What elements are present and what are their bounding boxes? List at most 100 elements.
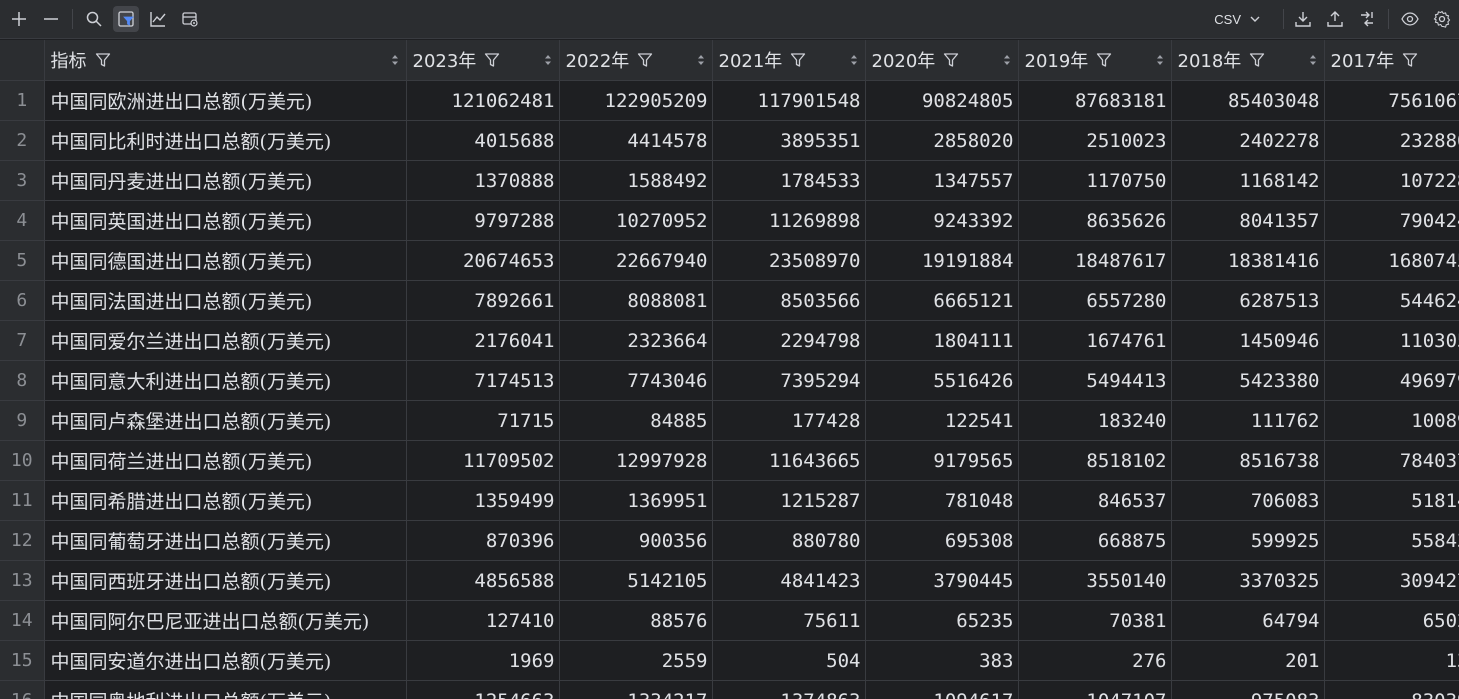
indicator-cell[interactable]: 中国同阿尔巴尼亚进出口总额(万美元) — [44, 600, 407, 641]
row-number[interactable]: 16 — [0, 680, 45, 699]
indicator-cell[interactable]: 中国同丹麦进出口总额(万美元) — [44, 160, 407, 201]
value-cell[interactable]: 2294798 — [712, 320, 866, 361]
table-row[interactable]: 6 中国同法国进出口总额(万美元) 7892661 8088081 8503566 666… — [0, 280, 1459, 321]
column-filter-icon[interactable] — [790, 52, 806, 68]
value-cell[interactable]: 668875 — [1018, 520, 1172, 561]
value-cell[interactable]: 10270952 — [559, 200, 713, 241]
column-sort-icon[interactable] — [1155, 53, 1165, 67]
row-number[interactable]: 14 — [0, 600, 45, 641]
value-cell[interactable]: 1359499 — [406, 480, 560, 521]
value-cell[interactable]: 7892661 — [406, 280, 560, 321]
value-cell[interactable]: 19191884 — [865, 240, 1019, 281]
value-cell[interactable]: 22667940 — [559, 240, 713, 281]
value-cell[interactable]: 5423380 — [1171, 360, 1325, 401]
value-cell[interactable]: 781048 — [865, 480, 1019, 521]
value-cell[interactable]: 1168142 — [1171, 160, 1325, 201]
column-filter-icon[interactable] — [1096, 52, 1112, 68]
column-sort-icon[interactable] — [696, 53, 706, 67]
indicator-cell[interactable]: 中国同比利时进出口总额(万美元) — [44, 120, 407, 161]
value-cell[interactable]: 9179565 — [865, 440, 1019, 481]
indicator-cell[interactable]: 中国同希腊进出口总额(万美元) — [44, 480, 407, 521]
value-cell[interactable]: 1047107 — [1018, 680, 1172, 699]
format-select[interactable]: CSV — [1214, 12, 1261, 27]
value-cell[interactable]: 7743046 — [559, 360, 713, 401]
value-cell[interactable]: 846537 — [1018, 480, 1172, 521]
value-cell[interactable]: 201 — [1171, 640, 1325, 681]
column-sort-icon[interactable] — [390, 53, 400, 67]
value-cell[interactable]: 10089 — [1324, 400, 1459, 441]
column-header-3[interactable]: 2021年 — [712, 40, 866, 81]
value-cell[interactable]: 121062481 — [406, 80, 560, 121]
value-cell[interactable]: 13 — [1324, 640, 1459, 681]
value-cell[interactable]: 8503566 — [712, 280, 866, 321]
table-row[interactable]: 10 中国同荷兰进出口总额(万美元) 11709502 12997928 1164366… — [0, 440, 1459, 481]
value-cell[interactable]: 309427 — [1324, 560, 1459, 601]
value-cell[interactable]: 84885 — [559, 400, 713, 441]
value-cell[interactable]: 1254663 — [406, 680, 560, 699]
value-cell[interactable]: 2402278 — [1171, 120, 1325, 161]
value-cell[interactable]: 183240 — [1018, 400, 1172, 441]
compare-button[interactable] — [1354, 6, 1380, 32]
value-cell[interactable]: 117901548 — [712, 80, 866, 121]
value-cell[interactable]: 7561067 — [1324, 80, 1459, 121]
value-cell[interactable]: 2323664 — [559, 320, 713, 361]
value-cell[interactable]: 107228 — [1324, 160, 1459, 201]
value-cell[interactable]: 127410 — [406, 600, 560, 641]
indicator-cell[interactable]: 中国同奥地利进出口总额(万美元) — [44, 680, 407, 699]
indicator-cell[interactable]: 中国同荷兰进出口总额(万美元) — [44, 440, 407, 481]
column-sort-icon[interactable] — [543, 53, 553, 67]
value-cell[interactable]: 1784533 — [712, 160, 866, 201]
value-cell[interactable]: 71715 — [406, 400, 560, 441]
value-cell[interactable]: 110305 — [1324, 320, 1459, 361]
value-cell[interactable]: 383 — [865, 640, 1019, 681]
value-cell[interactable]: 232880 — [1324, 120, 1459, 161]
value-cell[interactable]: 504 — [712, 640, 866, 681]
column-filter-icon[interactable] — [943, 52, 959, 68]
value-cell[interactable]: 3895351 — [712, 120, 866, 161]
value-cell[interactable]: 122541 — [865, 400, 1019, 441]
value-cell[interactable]: 3790445 — [865, 560, 1019, 601]
filter-toggle-button[interactable] — [113, 6, 139, 32]
value-cell[interactable]: 3550140 — [1018, 560, 1172, 601]
value-cell[interactable]: 1094617 — [865, 680, 1019, 699]
value-cell[interactable]: 1170750 — [1018, 160, 1172, 201]
row-number[interactable]: 7 — [0, 320, 45, 361]
value-cell[interactable]: 75611 — [712, 600, 866, 641]
value-cell[interactable]: 1674761 — [1018, 320, 1172, 361]
column-filter-icon[interactable] — [1249, 52, 1265, 68]
table-row[interactable]: 7 中国同爱尔兰进出口总额(万美元) 2176041 2323664 2294798 18… — [0, 320, 1459, 361]
row-number[interactable]: 9 — [0, 400, 45, 441]
value-cell[interactable]: 599925 — [1171, 520, 1325, 561]
row-number[interactable]: 11 — [0, 480, 45, 521]
value-cell[interactable]: 4841423 — [712, 560, 866, 601]
table-row[interactable]: 12 中国同葡萄牙进出口总额(万美元) 870396 900356 880780 6953… — [0, 520, 1459, 561]
indicator-cell[interactable]: 中国同卢森堡进出口总额(万美元) — [44, 400, 407, 441]
value-cell[interactable]: 4414578 — [559, 120, 713, 161]
value-cell[interactable]: 1215287 — [712, 480, 866, 521]
row-number[interactable]: 5 — [0, 240, 45, 281]
value-cell[interactable]: 87683181 — [1018, 80, 1172, 121]
value-cell[interactable]: 1374863 — [712, 680, 866, 699]
value-cell[interactable]: 88576 — [559, 600, 713, 641]
table-row[interactable]: 3 中国同丹麦进出口总额(万美元) 1370888 1588492 1784533 134… — [0, 160, 1459, 201]
value-cell[interactable]: 6665121 — [865, 280, 1019, 321]
indicator-cell[interactable]: 中国同法国进出口总额(万美元) — [44, 280, 407, 321]
column-sort-icon[interactable] — [849, 53, 859, 67]
column-header-2[interactable]: 2022年 — [559, 40, 713, 81]
value-cell[interactable]: 122905209 — [559, 80, 713, 121]
value-cell[interactable]: 2510023 — [1018, 120, 1172, 161]
value-cell[interactable]: 4015688 — [406, 120, 560, 161]
column-sort-icon[interactable] — [1002, 53, 1012, 67]
value-cell[interactable]: 55843 — [1324, 520, 1459, 561]
value-cell[interactable]: 5142105 — [559, 560, 713, 601]
value-cell[interactable]: 8635626 — [1018, 200, 1172, 241]
column-filter-icon[interactable] — [95, 52, 111, 68]
value-cell[interactable]: 1369951 — [559, 480, 713, 521]
value-cell[interactable]: 1969 — [406, 640, 560, 681]
value-cell[interactable]: 4856588 — [406, 560, 560, 601]
export-button[interactable] — [1290, 6, 1316, 32]
row-number[interactable]: 3 — [0, 160, 45, 201]
value-cell[interactable]: 12997928 — [559, 440, 713, 481]
column-sort-icon[interactable] — [1308, 53, 1318, 67]
table-row[interactable]: 4 中国同英国进出口总额(万美元) 9797288 10270952 11269898 9… — [0, 200, 1459, 241]
